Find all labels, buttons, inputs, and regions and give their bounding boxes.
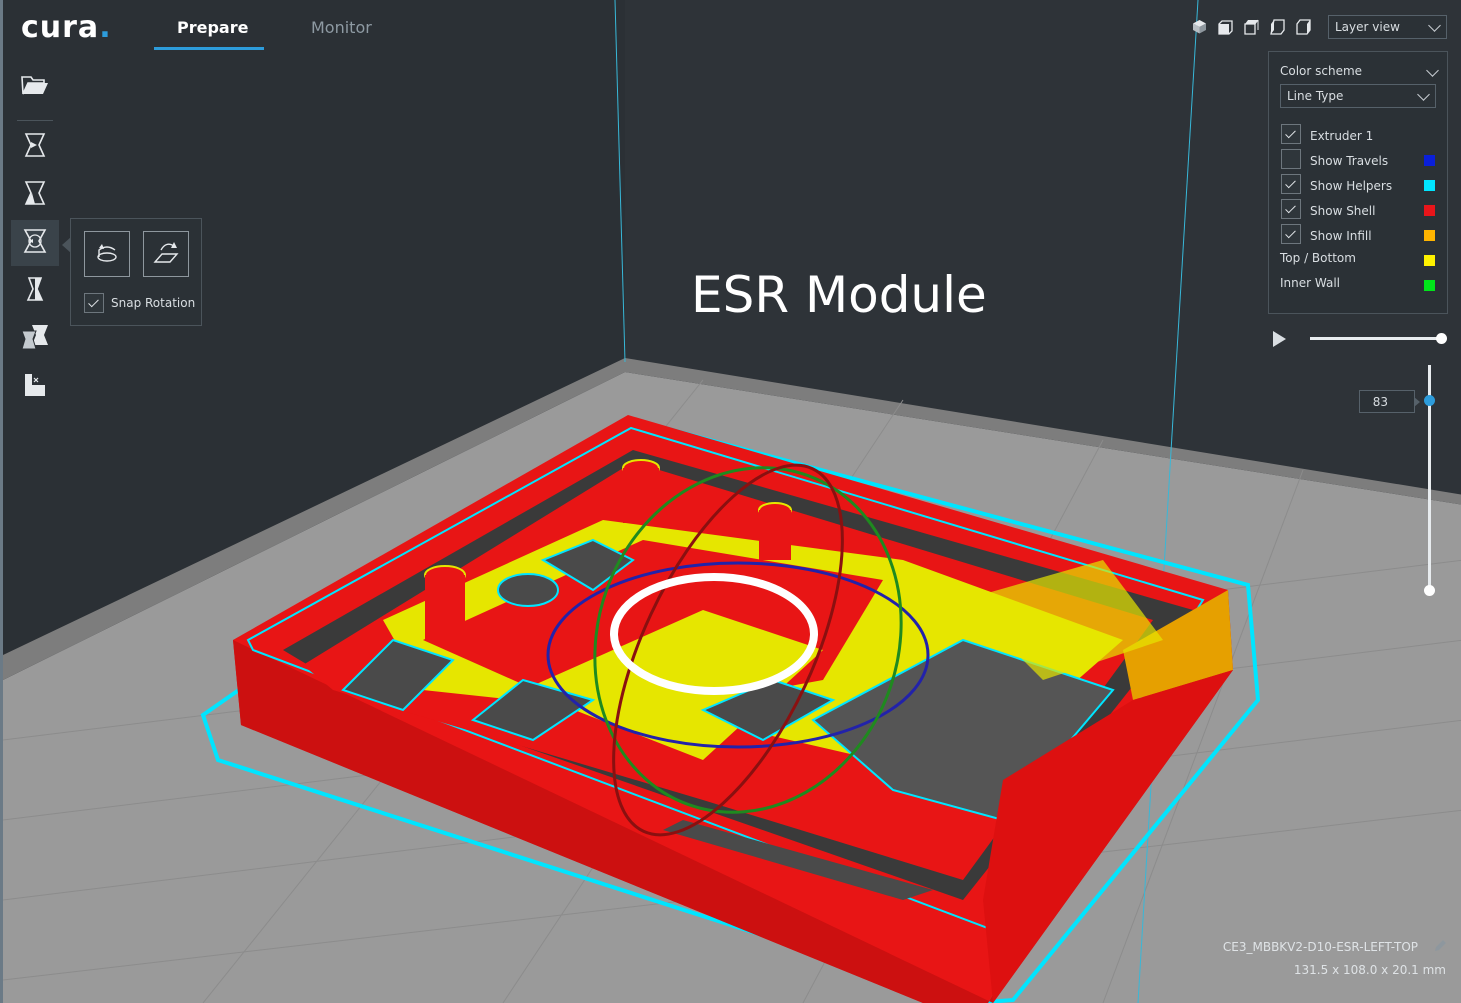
camera-view-buttons [1191, 18, 1312, 35]
path-slider-track[interactable] [1310, 337, 1442, 340]
cura-window: cura. Prepare Monitor Layer view Snap Ro… [0, 0, 1461, 1003]
open-file-button[interactable] [11, 64, 59, 110]
open-file-icon [20, 73, 50, 101]
active-tab-indicator [154, 47, 264, 50]
show-helpers-label: Show Helpers [1310, 179, 1393, 193]
object-name: CE3_MBBKV2-D10-ESR-LEFT-TOP [1222, 940, 1418, 954]
object-dimensions: 131.5 x 108.0 x 20.1 mm [1293, 963, 1446, 977]
inner-wall-label: Inner Wall [1280, 276, 1340, 290]
chevron-down-icon [1428, 19, 1441, 32]
lay-flat-button[interactable] [143, 231, 189, 277]
chevron-down-icon [1417, 88, 1430, 101]
show-shell-label: Show Shell [1310, 204, 1376, 218]
mirror-tool-icon [22, 275, 48, 307]
show-travels-checkbox[interactable] [1281, 149, 1301, 169]
infill-color-swatch [1424, 230, 1435, 241]
toolbar-divider [17, 120, 53, 121]
show-travels-label: Show Travels [1310, 154, 1389, 168]
snap-rotation-label: Snap Rotation [111, 296, 196, 310]
travels-color-swatch [1424, 155, 1435, 166]
layer-slider-lower-handle[interactable] [1424, 585, 1435, 596]
show-shell-checkbox[interactable] [1281, 199, 1301, 219]
per-model-settings-icon [20, 323, 50, 355]
support-blocker-button[interactable] [11, 364, 59, 410]
front-view-icon[interactable] [1217, 18, 1234, 35]
viewport-scene [3, 0, 1461, 1003]
panel-pointer [62, 237, 71, 253]
helpers-color-swatch [1424, 180, 1435, 191]
extruder-1-label: Extruder 1 [1310, 129, 1374, 143]
chevron-down-icon[interactable] [1426, 64, 1439, 77]
lay-flat-icon [152, 238, 180, 270]
mirror-tool-button[interactable] [11, 268, 59, 314]
tab-prepare[interactable]: Prepare [177, 18, 248, 37]
layer-slider-upper-handle[interactable] [1424, 395, 1435, 406]
per-model-settings-button[interactable] [11, 316, 59, 362]
shell-color-swatch [1424, 205, 1435, 216]
show-infill-label: Show Infill [1310, 229, 1372, 243]
color-scheme-select[interactable]: Line Type [1280, 84, 1436, 108]
rotate-tool-panel: Snap Rotation [62, 218, 202, 326]
tab-monitor[interactable]: Monitor [311, 18, 372, 37]
support-blocker-icon [22, 371, 48, 403]
color-scheme-value: Line Type [1287, 89, 1344, 103]
3d-view-icon[interactable] [1191, 18, 1208, 35]
current-layer-input[interactable]: 83 [1359, 390, 1420, 413]
scale-tool-icon [22, 179, 48, 211]
overlay-title: ESR Module [691, 266, 987, 324]
view-mode-value: Layer view [1335, 20, 1400, 34]
pencil-edit-icon[interactable] [1432, 938, 1448, 958]
move-tool-icon [22, 131, 48, 163]
color-scheme-panel: Color scheme Line Type Extruder 1 Show T… [1268, 51, 1448, 314]
move-tool-button[interactable] [11, 124, 59, 170]
top-view-icon[interactable] [1243, 18, 1260, 35]
view-mode-select[interactable]: Layer view [1328, 15, 1447, 39]
play-simulation-icon[interactable] [1273, 331, 1286, 347]
3d-viewport[interactable] [3, 0, 1461, 1003]
rotate-tool-icon [21, 227, 49, 259]
right-view-icon[interactable] [1295, 18, 1312, 35]
color-scheme-title: Color scheme [1280, 64, 1363, 78]
show-infill-checkbox[interactable] [1281, 224, 1301, 244]
top-bar: cura. Prepare Monitor Layer view [3, 0, 1461, 56]
top-bottom-label: Top / Bottom [1280, 251, 1356, 265]
show-helpers-checkbox[interactable] [1281, 174, 1301, 194]
extruder-1-checkbox[interactable] [1281, 124, 1301, 144]
reset-rotation-button[interactable] [84, 231, 130, 277]
rotate-tool-button[interactable] [11, 220, 59, 266]
reset-rotation-icon [93, 238, 121, 270]
left-view-icon[interactable] [1269, 18, 1286, 35]
inner-wall-color-swatch [1424, 280, 1435, 291]
path-slider-handle[interactable] [1436, 333, 1447, 344]
scale-tool-button[interactable] [11, 172, 59, 218]
snap-rotation-checkbox[interactable] [84, 293, 104, 313]
top-bottom-color-swatch [1424, 255, 1435, 266]
cura-logo: cura. [21, 10, 112, 45]
